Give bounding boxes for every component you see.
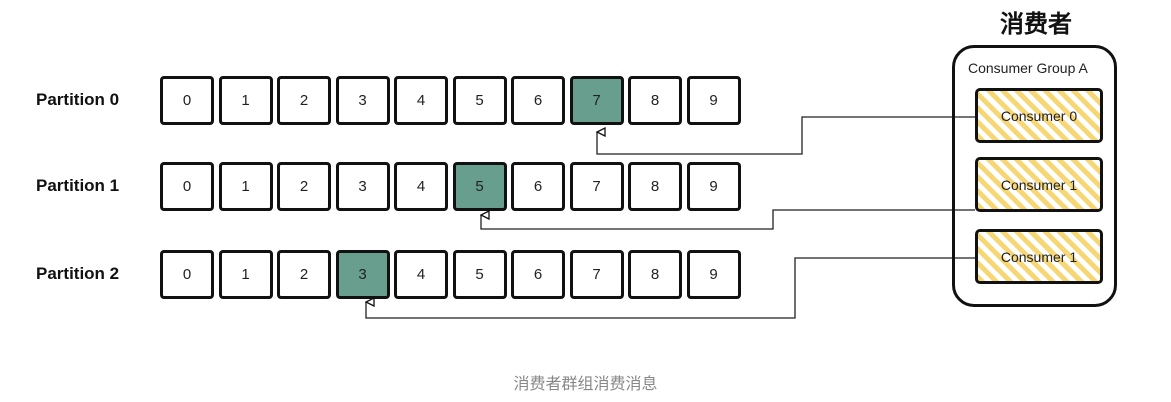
offset-cell: 8 xyxy=(628,250,682,299)
offset-cell-current: 3 xyxy=(335,250,390,299)
offset-cell: 3 xyxy=(335,76,390,125)
offset-cell: 3 xyxy=(335,162,390,211)
offset-cell: 1 xyxy=(218,162,273,211)
offset-cell: 4 xyxy=(394,162,448,211)
offset-cell: 9 xyxy=(686,162,741,211)
offset-cell: 7 xyxy=(569,250,624,299)
offset-cell-current: 5 xyxy=(452,162,507,211)
offset-cell: 2 xyxy=(277,250,331,299)
consumer-0: Consumer 0 xyxy=(975,88,1103,143)
consumer-group-label: Consumer Group A xyxy=(968,60,1088,76)
offset-cell: 2 xyxy=(277,162,331,211)
consumer-2: Consumer 1 xyxy=(975,229,1103,284)
offset-cell: 9 xyxy=(686,250,741,299)
offset-cell: 5 xyxy=(452,250,507,299)
figure-caption: 消费者群组消费消息 xyxy=(513,376,658,393)
offset-cell: 4 xyxy=(394,250,448,299)
consumer-1: Consumer 1 xyxy=(975,157,1103,212)
offset-cell: 6 xyxy=(511,250,565,299)
partition-label: Partition 1 xyxy=(36,176,120,195)
diagram: 消费者 Partition 0 0 1 2 3 4 5 6 7 8 9 Partition 10123… xyxy=(0,0,1171,402)
offset-cell: 1 xyxy=(218,250,273,299)
consumer-label: Consumer 1 xyxy=(1000,176,1078,193)
offset-cell: 7 xyxy=(569,162,624,211)
offset-cell: 0 xyxy=(160,250,214,299)
offset-cell: 8 xyxy=(628,162,682,211)
consumer-label: Consumer 1 xyxy=(1000,248,1078,265)
offset-cell: 9 xyxy=(686,76,741,125)
offset-cell: 6 xyxy=(511,76,565,125)
consumer-label: Consumer 0 xyxy=(1000,107,1078,124)
offset-cell: 2 xyxy=(277,76,331,125)
offset-cell: 5 xyxy=(452,76,507,125)
offset-cell: 0 xyxy=(160,76,214,125)
offset-cell: 1 xyxy=(218,76,273,125)
offset-cell: 4 xyxy=(394,76,448,125)
offset-cell-current: 7 xyxy=(569,76,624,125)
partition-label: Partition 0 xyxy=(36,90,120,109)
offset-cell: 8 xyxy=(628,76,682,125)
partition-label: Partition 2 xyxy=(36,264,120,283)
connector-consumer1-partition1 xyxy=(481,209,975,230)
offset-cell: 0 xyxy=(160,162,214,211)
offset-cell: 6 xyxy=(511,162,565,211)
